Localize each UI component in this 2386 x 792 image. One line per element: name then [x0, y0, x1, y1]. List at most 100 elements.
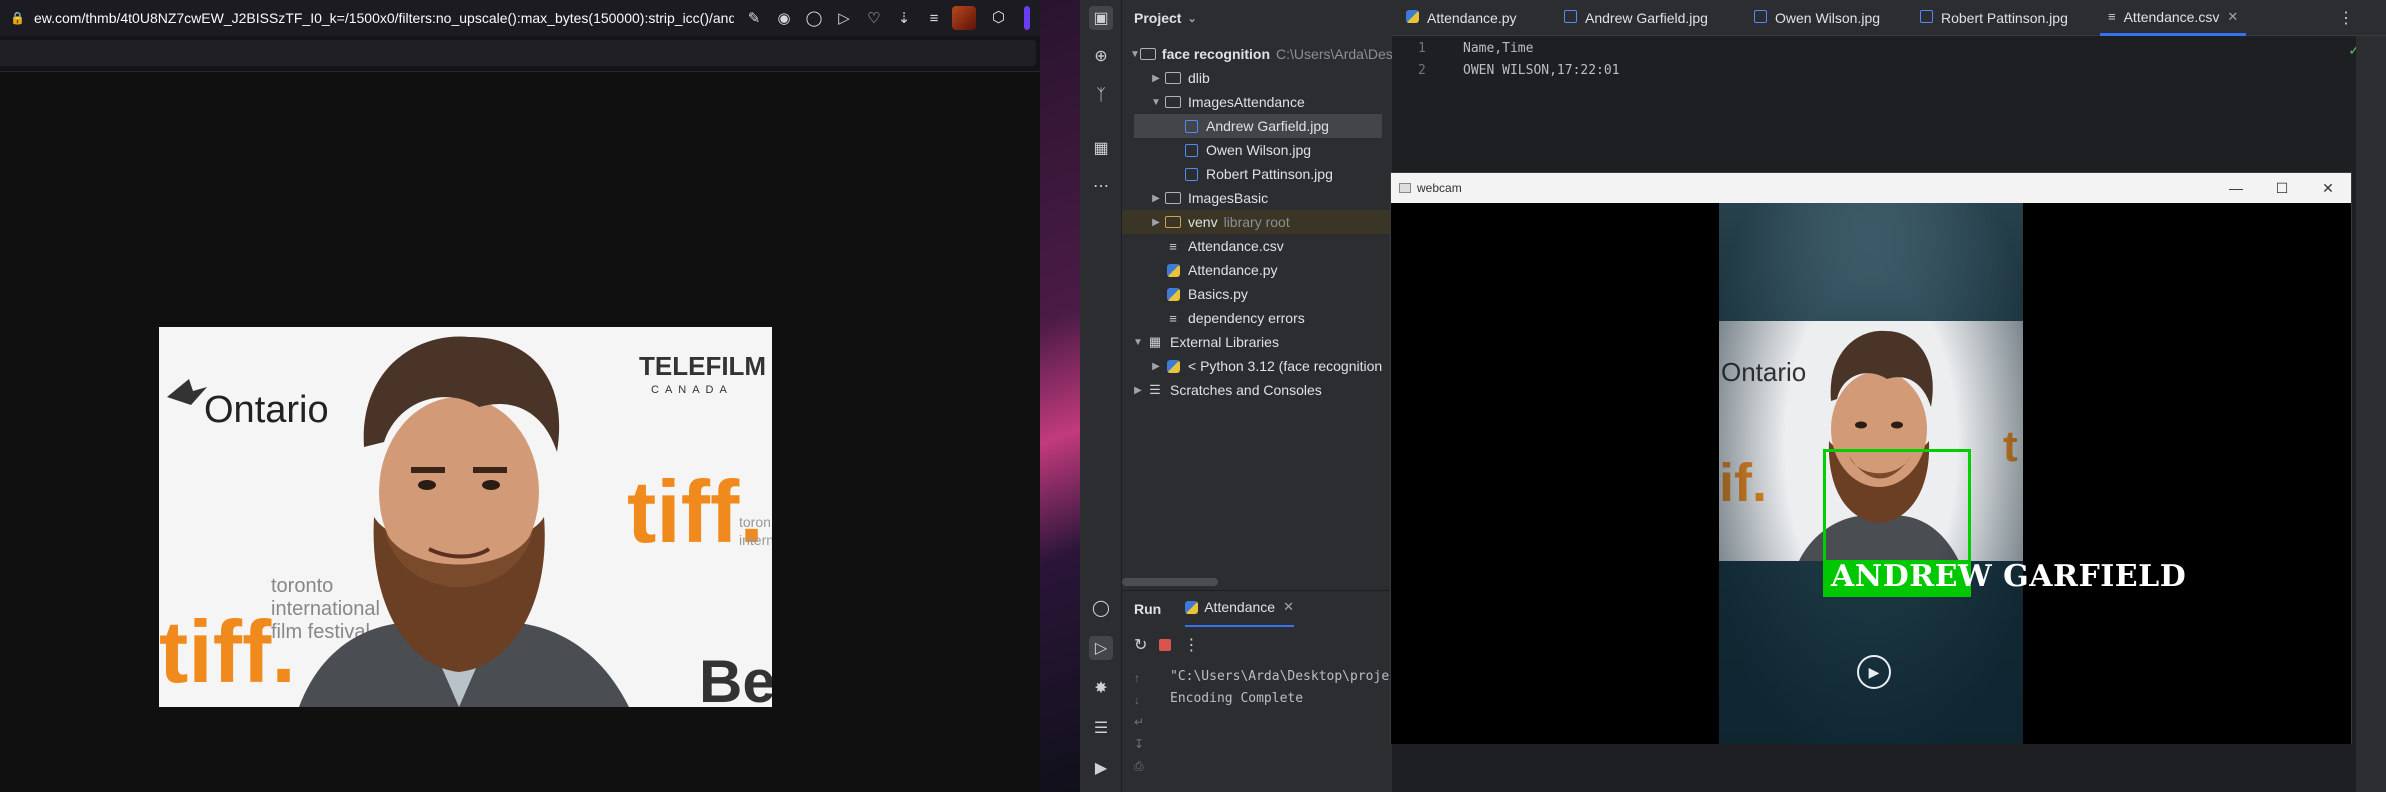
menu-icon[interactable]: ≡: [922, 6, 946, 30]
scroll-end-icon[interactable]: ↧: [1134, 737, 1144, 751]
camera-icon[interactable]: ◉: [772, 6, 796, 30]
services-icon[interactable]: ▶: [1089, 756, 1113, 780]
rerun-icon[interactable]: ↻: [1134, 635, 1147, 655]
portrait-image: Ontario TELEFILM CANADA tiff. tiff. toro…: [159, 327, 772, 707]
run-tab-label: Attendance: [1204, 599, 1276, 615]
folder-icon: [1164, 214, 1182, 230]
tab-robert-pattinson[interactable]: Robert Pattinson.jpg: [1920, 0, 2068, 36]
tree-item-label: dlib: [1188, 70, 1210, 86]
structure-icon[interactable]: ▦: [1089, 136, 1113, 160]
image-file-icon: [1920, 10, 1933, 26]
chevron-down-icon[interactable]: ▼: [1130, 337, 1146, 348]
tree-item-scratches[interactable]: ▶ ☰ Scratches and Consoles: [1122, 378, 1392, 402]
code-line[interactable]: Name,Time: [1463, 41, 1533, 56]
tree-item-root[interactable]: ▼ face recognition C:\Users\Arda\Des: [1122, 42, 1392, 66]
image-file-icon: [1182, 166, 1200, 182]
tree-item-attendance-py[interactable]: Attendance.py: [1122, 258, 1392, 282]
debug-icon[interactable]: ✸: [1089, 676, 1113, 700]
project-scrollbar[interactable]: [1122, 578, 1218, 586]
address-bar[interactable]: 🔒 ew.com/thmb/4t0U8NZ7cwEW_J2BISSzTF_I0_…: [0, 0, 1040, 36]
arrow-up-icon[interactable]: ↑: [1134, 671, 1144, 685]
chevron-right-icon[interactable]: ▶: [1148, 193, 1164, 204]
layers-icon[interactable]: ☰: [1089, 716, 1113, 740]
python-console-icon[interactable]: ◯: [1089, 596, 1113, 620]
print-icon[interactable]: ⎙: [1134, 759, 1144, 774]
heart-icon[interactable]: ♡: [862, 6, 886, 30]
tree-item-andrew-garfield[interactable]: Andrew Garfield.jpg: [1134, 114, 1382, 138]
tree-item-venv[interactable]: ▶ venv library root: [1122, 210, 1392, 234]
tab-owen-wilson[interactable]: Owen Wilson.jpg: [1754, 0, 1880, 36]
text-file-icon: ≡: [1169, 310, 1177, 326]
more-icon[interactable]: ⋯: [1089, 174, 1113, 198]
tree-item-basics-py[interactable]: Basics.py: [1122, 282, 1392, 306]
window-icon: [1399, 183, 1411, 193]
folder-icon[interactable]: ▣: [1089, 6, 1113, 30]
folder-icon: [1164, 94, 1182, 110]
tab-attendance-py[interactable]: Attendance.py: [1406, 0, 1517, 36]
tree-item-attendance-csv[interactable]: ≡ Attendance.csv: [1122, 234, 1392, 258]
commit-icon[interactable]: ⊕: [1089, 44, 1113, 68]
run-side-tools: ↑ ↓ ↵ ↧ ⎙: [1134, 671, 1144, 774]
wrap-icon[interactable]: ↵: [1134, 715, 1144, 729]
tab-label: Attendance.csv: [2123, 8, 2220, 25]
console-line: "C:\Users\Arda\Desktop\proje: [1170, 669, 1390, 684]
more-icon[interactable]: ⋮: [2338, 8, 2354, 28]
code-line[interactable]: OWEN WILSON,17:22:01: [1463, 63, 1620, 78]
project-panel: Project ⌄ ▼ face recognition C:\Users\Ar…: [1122, 0, 1392, 590]
send-icon[interactable]: ▷: [832, 6, 856, 30]
tab-andrew-garfield[interactable]: Andrew Garfield.jpg: [1564, 0, 1708, 36]
line-number: 1: [1418, 41, 1426, 56]
url-text[interactable]: ew.com/thmb/4t0U8NZ7cwEW_J2BISSzTF_I0_k=…: [34, 10, 734, 26]
tree-item-dependency-errors[interactable]: ≡ dependency errors: [1122, 306, 1392, 330]
chevron-down-icon[interactable]: ▼: [1130, 49, 1140, 60]
tab-label: Robert Pattinson.jpg: [1941, 10, 2068, 26]
minimize-icon[interactable]: —: [2213, 173, 2259, 203]
tree-item-label: Basics.py: [1188, 286, 1248, 302]
tree-item-images-attendance[interactable]: ▼ ImagesAttendance: [1122, 90, 1392, 114]
tree-item-python-sdk[interactable]: ▶ < Python 3.12 (face recognition: [1122, 354, 1392, 378]
tab-label: Owen Wilson.jpg: [1775, 10, 1881, 26]
chevron-down-icon[interactable]: ▼: [1148, 97, 1164, 108]
download-icon[interactable]: ⇣: [892, 6, 916, 30]
maximize-icon[interactable]: ☐: [2259, 173, 2305, 203]
chevron-right-icon[interactable]: ▶: [1148, 73, 1164, 84]
edit-icon[interactable]: ✎: [742, 6, 766, 30]
branch-icon[interactable]: ᛉ: [1089, 84, 1113, 108]
chevron-right-icon[interactable]: ▶: [1148, 361, 1164, 372]
svg-text:toronto: toronto: [271, 575, 333, 597]
tree-item-dlib[interactable]: ▶ dlib: [1122, 66, 1392, 90]
close-icon[interactable]: ✕: [2305, 173, 2351, 203]
shield-icon[interactable]: ◯: [802, 6, 826, 30]
tree-item-robert-pattinson[interactable]: Robert Pattinson.jpg: [1122, 162, 1392, 186]
tree-item-owen-wilson[interactable]: Owen Wilson.jpg: [1122, 138, 1392, 162]
close-icon[interactable]: ✕: [2227, 9, 2238, 25]
tree-item-images-basic[interactable]: ▶ ImagesBasic: [1122, 186, 1392, 210]
close-icon[interactable]: ✕: [1283, 599, 1294, 615]
tree-item-external-libraries[interactable]: ▼ ▦ External Libraries: [1122, 330, 1392, 354]
detected-name: ANDREW GARFIELD: [1831, 559, 2187, 594]
more-icon[interactable]: ⋮: [1183, 635, 1199, 655]
line-number: 2: [1418, 63, 1426, 78]
project-header[interactable]: Project ⌄: [1122, 0, 1392, 36]
tab-label: Andrew Garfield.jpg: [1585, 10, 1708, 26]
folder-icon: [1164, 70, 1182, 86]
chevron-right-icon[interactable]: ▶: [1148, 217, 1164, 228]
stop-icon[interactable]: [1159, 639, 1172, 651]
tree-item-hint: C:\Users\Arda\Des: [1276, 46, 1392, 62]
extension-avatar[interactable]: [952, 6, 976, 30]
python-file-icon: [1164, 358, 1182, 374]
tab-run-attendance[interactable]: Attendance ✕: [1185, 591, 1294, 627]
tree-item-label: Andrew Garfield.jpg: [1206, 118, 1329, 134]
recording-overlay-icon: ▶: [1857, 655, 1891, 689]
webcam-titlebar[interactable]: webcam — ☐ ✕: [1391, 173, 2351, 203]
cube-icon[interactable]: ⬡: [992, 8, 1005, 26]
arrow-down-icon[interactable]: ↓: [1134, 693, 1144, 707]
chevron-down-icon[interactable]: ⌄: [1187, 12, 1196, 25]
run-icon[interactable]: ▷: [1089, 636, 1113, 660]
run-header: Run Attendance ✕: [1122, 591, 1392, 627]
image-file-icon: [1182, 118, 1200, 134]
tree-item-label: Scratches and Consoles: [1170, 382, 1322, 398]
tree-item-label: External Libraries: [1170, 334, 1279, 350]
tab-attendance-csv[interactable]: ≡ Attendance.csv ✕: [2100, 0, 2247, 36]
chevron-right-icon[interactable]: ▶: [1130, 385, 1146, 396]
